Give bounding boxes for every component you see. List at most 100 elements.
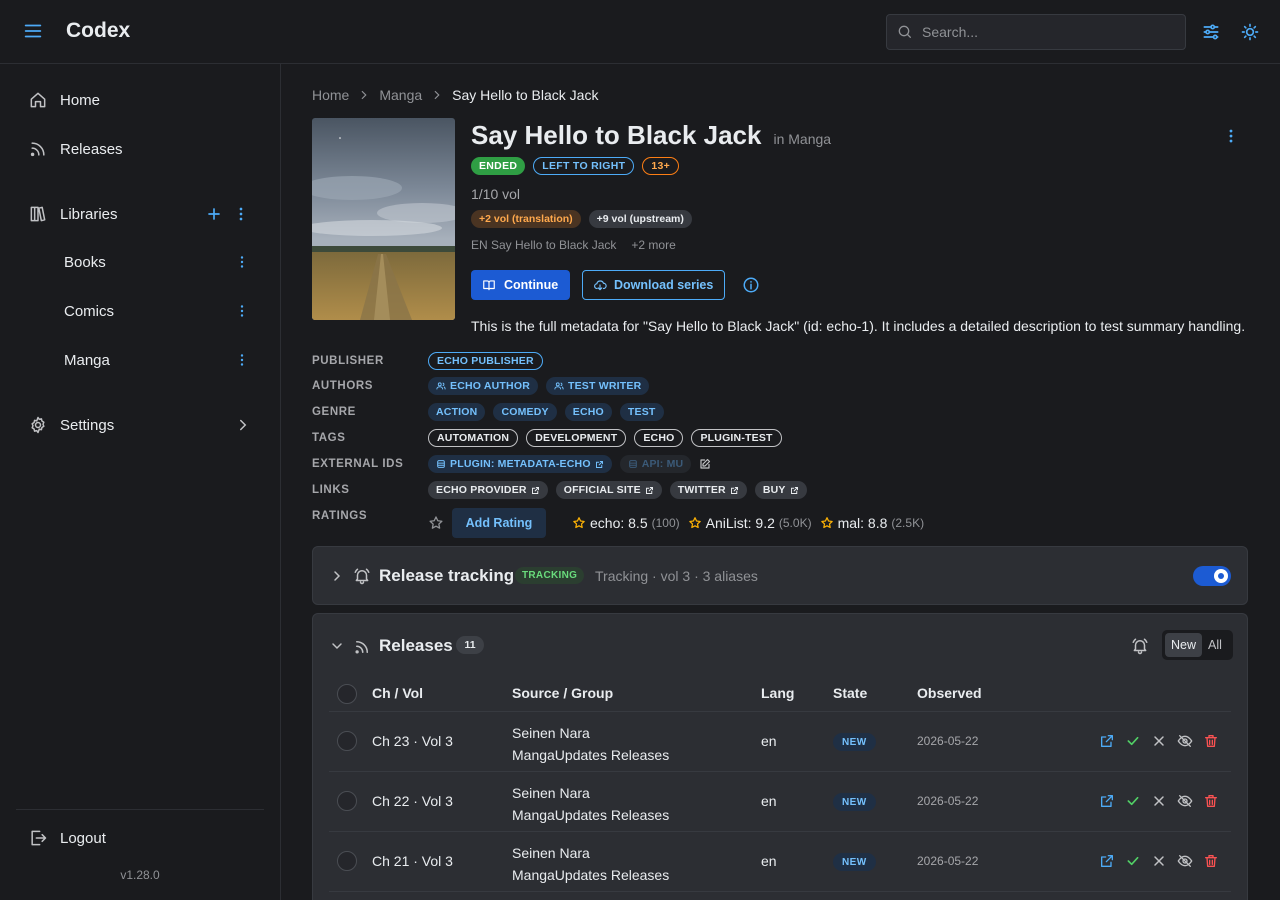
author-chip[interactable]: ECHO AUTHOR xyxy=(428,377,538,395)
close-icon[interactable] xyxy=(1151,793,1167,809)
link-chip[interactable]: ECHO PROVIDER xyxy=(428,481,548,499)
sidebar-item-libraries[interactable]: Libraries xyxy=(16,194,264,234)
tag-chip[interactable]: ECHO xyxy=(634,429,684,447)
trash-icon[interactable] xyxy=(1203,733,1219,749)
column-header[interactable]: Observed xyxy=(917,685,982,701)
sidebar-item-logout[interactable]: Logout xyxy=(16,818,264,858)
trash-icon[interactable] xyxy=(1203,793,1219,809)
alternate-titles: EN Say Hello to Black Jack +2 more xyxy=(471,238,676,252)
gear-icon xyxy=(28,415,48,435)
series-library[interactable]: in Manga xyxy=(773,131,831,147)
sidebar-item-comics[interactable]: Comics xyxy=(16,291,264,331)
external-ids-values: PLUGIN: METADATA-ECHO API: MU xyxy=(428,455,711,473)
cloud-download-icon xyxy=(593,278,607,292)
sidebar-item-manga[interactable]: Manga xyxy=(16,340,264,380)
chevron-right-icon xyxy=(234,416,252,434)
chevron-down-icon[interactable] xyxy=(329,638,345,654)
releases-title[interactable]: Releases xyxy=(379,636,453,656)
tag-chip[interactable]: PLUGIN-TEST xyxy=(691,429,782,447)
filter-settings-icon[interactable] xyxy=(1201,22,1221,42)
select-all-checkbox[interactable] xyxy=(337,684,357,704)
menu-icon[interactable] xyxy=(22,20,44,42)
tag-chip[interactable]: DEVELOPMENT xyxy=(526,429,627,447)
source-name: Seinen Nara xyxy=(512,725,590,741)
app-logo[interactable]: Codex xyxy=(66,19,130,43)
link-chip[interactable]: TWITTER xyxy=(669,481,747,499)
search-box[interactable] xyxy=(886,14,1186,50)
check-icon[interactable] xyxy=(1125,793,1141,809)
release-tracking-title[interactable]: Release tracking xyxy=(379,566,514,586)
tracking-toggle[interactable] xyxy=(1193,566,1231,586)
external-id-chip[interactable]: PLUGIN: METADATA-ECHO xyxy=(428,455,612,473)
genre-chip[interactable]: ECHO xyxy=(564,403,612,421)
chevron-right-icon[interactable] xyxy=(329,568,345,584)
external-ids-label: EXTERNAL IDS xyxy=(312,458,404,470)
eye-off-icon[interactable] xyxy=(1177,733,1193,749)
close-icon[interactable] xyxy=(1151,853,1167,869)
star-outline-icon[interactable] xyxy=(428,515,444,531)
books-menu-icon[interactable] xyxy=(233,253,251,271)
series-menu-icon[interactable] xyxy=(1221,126,1241,146)
publisher-label: PUBLISHER xyxy=(312,355,384,367)
volume-badges: +2 vol (translation) +9 vol (upstream) xyxy=(471,210,692,228)
info-icon[interactable] xyxy=(742,276,760,294)
external-link-icon[interactable] xyxy=(1099,793,1115,809)
state-badge: NEW xyxy=(833,733,876,751)
publisher-chip[interactable]: ECHO PUBLISHER xyxy=(428,352,543,370)
external-link-icon[interactable] xyxy=(1099,853,1115,869)
eye-off-icon[interactable] xyxy=(1177,793,1193,809)
eye-off-icon[interactable] xyxy=(1177,853,1193,869)
continue-button[interactable]: Continue xyxy=(471,270,570,300)
link-chip[interactable]: BUY xyxy=(754,481,807,499)
filter-new-option[interactable]: New xyxy=(1165,633,1203,657)
author-chip[interactable]: TEST WRITER xyxy=(545,377,650,395)
add-rating-button[interactable]: Add Rating xyxy=(452,508,546,538)
search-input[interactable] xyxy=(922,24,1172,40)
manga-menu-icon[interactable] xyxy=(233,351,251,369)
column-header[interactable]: State xyxy=(833,685,867,701)
breadcrumb-home[interactable]: Home xyxy=(312,87,349,103)
filter-all-option[interactable]: All xyxy=(1202,633,1228,657)
book-open-icon xyxy=(482,278,496,292)
row-checkbox[interactable] xyxy=(337,731,357,751)
external-id-chip[interactable]: API: MU xyxy=(619,455,692,473)
theme-toggle-sun-icon[interactable] xyxy=(1240,22,1260,42)
sidebar-item-home[interactable]: Home xyxy=(16,80,264,120)
add-library-icon[interactable] xyxy=(204,204,224,224)
check-icon[interactable] xyxy=(1125,733,1141,749)
search-icon xyxy=(897,24,913,40)
releases-table: Ch / Vol Source / Group Lang State Obser… xyxy=(329,676,1231,892)
bell-icon[interactable] xyxy=(1131,637,1149,655)
row-actions xyxy=(1099,793,1219,809)
sidebar-item-books[interactable]: Books xyxy=(16,242,264,282)
sidebar-item-releases[interactable]: Releases xyxy=(16,129,264,169)
table-row: Ch 23 · Vol 3 Seinen Nara MangaUpdates Re… xyxy=(329,712,1231,772)
genre-chip[interactable]: ACTION xyxy=(428,403,486,421)
row-checkbox[interactable] xyxy=(337,791,357,811)
genre-chip[interactable]: COMEDY xyxy=(493,403,557,421)
column-header[interactable]: Lang xyxy=(761,685,794,701)
column-header[interactable]: Source / Group xyxy=(512,685,613,701)
breadcrumb-manga[interactable]: Manga xyxy=(379,87,422,103)
column-header[interactable]: Ch / Vol xyxy=(372,685,423,701)
libraries-menu-icon[interactable] xyxy=(231,204,251,224)
tag-chip[interactable]: AUTOMATION xyxy=(428,429,519,447)
alternate-titles-more[interactable]: +2 more xyxy=(631,238,675,252)
comics-menu-icon[interactable] xyxy=(233,302,251,320)
row-checkbox[interactable] xyxy=(337,851,357,871)
series-cover-image[interactable] xyxy=(312,118,455,320)
close-icon[interactable] xyxy=(1151,733,1167,749)
genre-chip[interactable]: TEST xyxy=(619,403,664,421)
publisher-values: ECHO PUBLISHER xyxy=(428,352,543,370)
link-chip[interactable]: OFFICIAL SITE xyxy=(555,481,662,499)
sidebar-item-label: Logout xyxy=(60,829,106,847)
rating-item: echo: 8.5 (100) xyxy=(572,515,680,531)
series-badges: ENDED LEFT TO RIGHT 13+ xyxy=(471,157,680,175)
series-title: Say Hello to Black Jack xyxy=(471,120,762,150)
download-series-button[interactable]: Download series xyxy=(582,270,725,300)
trash-icon[interactable] xyxy=(1203,853,1219,869)
check-icon[interactable] xyxy=(1125,853,1141,869)
edit-external-ids-icon[interactable] xyxy=(699,458,711,470)
sidebar-item-settings[interactable]: Settings xyxy=(16,405,264,445)
external-link-icon[interactable] xyxy=(1099,733,1115,749)
